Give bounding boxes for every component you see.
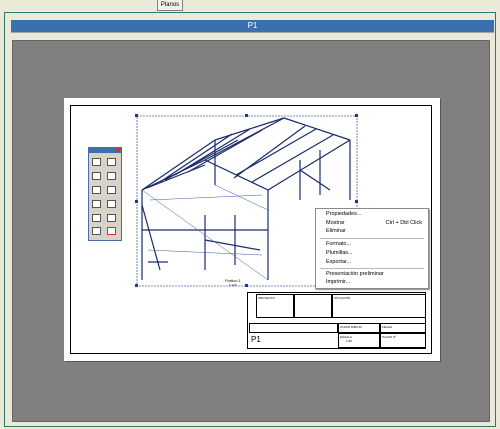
menu-item-eliminar[interactable]: Eliminar: [326, 228, 346, 234]
title-block-project: PROYECTO: [256, 294, 294, 318]
close-icon[interactable]: [116, 148, 120, 152]
menu-separator: [320, 268, 424, 269]
title-block-blank: [249, 323, 338, 333]
tool-button-4[interactable]: [107, 172, 116, 180]
menu-item-mostrar-shortcut: Ctrl + Dbl Click: [385, 220, 422, 226]
tool-button-10[interactable]: [107, 214, 116, 222]
menu-item-imprimir[interactable]: Imprimir...: [326, 279, 350, 285]
tool-palette-header[interactable]: [89, 148, 121, 153]
tool-button-6[interactable]: [107, 186, 116, 194]
tool-button-5[interactable]: [92, 186, 101, 194]
menu-item-exportar[interactable]: Exportar...: [326, 259, 351, 265]
tool-button-8[interactable]: [107, 200, 116, 208]
tool-button-1[interactable]: [92, 158, 101, 166]
title-block-number: PLANO Nº: [380, 333, 426, 348]
title-block-date: FECHA: [380, 323, 426, 333]
menu-item-mostrar[interactable]: Mostrar: [326, 220, 345, 226]
title-block-draft: PLANO DIBUJO: [338, 323, 380, 333]
title-block-scale-value: 1:80: [346, 339, 352, 343]
tool-button-11[interactable]: [92, 227, 101, 235]
tool-palette[interactable]: [88, 147, 122, 241]
tool-button-7[interactable]: [92, 200, 101, 208]
menu-item-presentacion[interactable]: Presentación preliminar: [326, 271, 384, 277]
pdf-icon[interactable]: [107, 227, 116, 235]
menu-separator: [320, 238, 424, 239]
context-menu[interactable]: Propiedades... Mostrar Ctrl + Dbl Click …: [315, 208, 429, 289]
title-block-sheet-name: P1: [251, 335, 261, 344]
title-block-situation: SITUACIÓN: [332, 294, 426, 318]
tool-button-9[interactable]: [92, 214, 101, 222]
tool-button-2[interactable]: [107, 158, 116, 166]
tool-button-3[interactable]: [92, 172, 101, 180]
drawing-caption-scale: 1:100: [229, 283, 237, 287]
menu-item-propiedades[interactable]: Propiedades...: [326, 211, 361, 217]
menu-item-plumillas[interactable]: Plumillas...: [326, 250, 353, 256]
title-block[interactable]: PROYECTO SITUACIÓN PLANO DIBUJO FECHA ES…: [247, 292, 426, 349]
menu-item-formato[interactable]: Formato...: [326, 241, 351, 247]
title-block-logo: [294, 294, 332, 318]
title-block-scale: ESCALA 1:80: [338, 333, 380, 348]
